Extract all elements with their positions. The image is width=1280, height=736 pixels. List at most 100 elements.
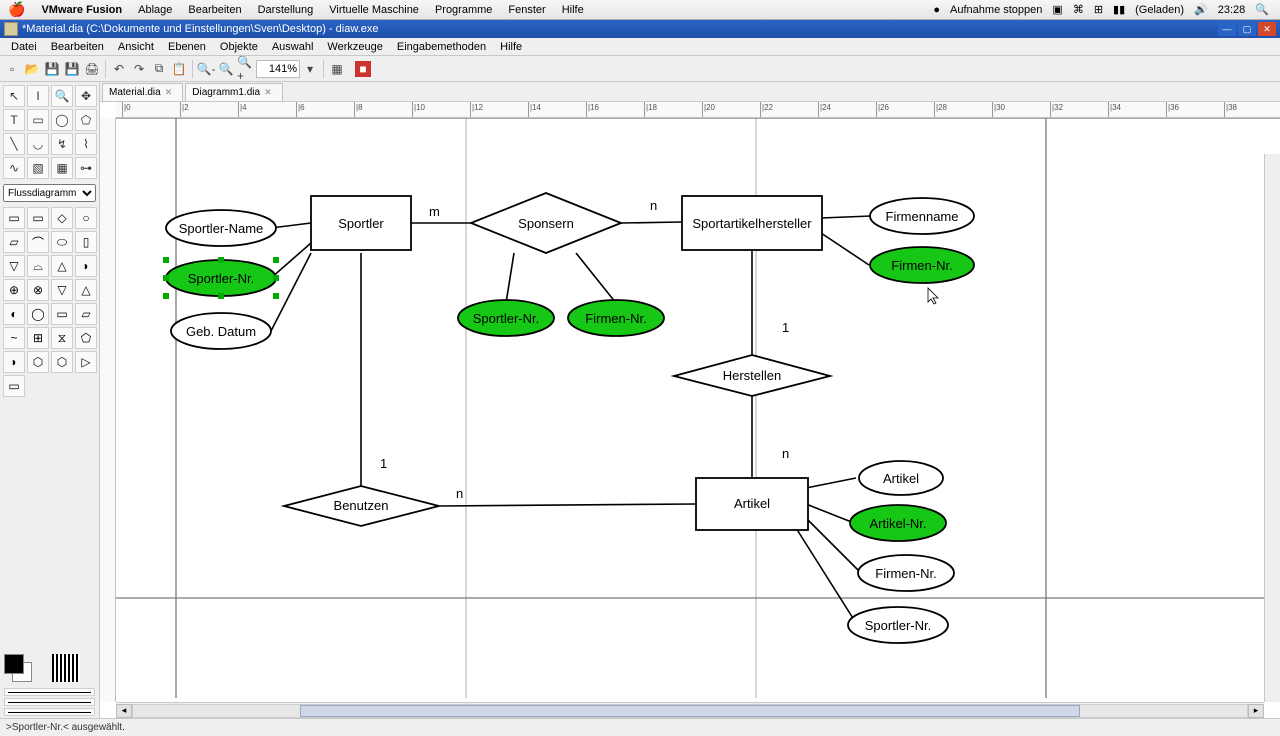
tool-box[interactable]: ▭ bbox=[27, 109, 49, 131]
tool-image[interactable]: ▧ bbox=[27, 157, 49, 179]
redo-button[interactable]: ↷ bbox=[130, 60, 148, 78]
zoom-out-button[interactable]: 🔍- bbox=[197, 60, 215, 78]
scroll-left-button[interactable]: ◂ bbox=[116, 704, 132, 718]
shape-database[interactable]: ⌓ bbox=[27, 255, 49, 277]
saveas-button[interactable]: 💾 bbox=[63, 60, 81, 78]
menu-darstellung[interactable]: Darstellung bbox=[250, 4, 322, 16]
shape-stored-data[interactable]: ◐ bbox=[3, 303, 25, 325]
tool-zoom[interactable]: 🔍 bbox=[51, 85, 73, 107]
tool-line[interactable]: ╲ bbox=[3, 133, 25, 155]
shape-extract[interactable]: △ bbox=[75, 279, 97, 301]
menu-programme[interactable]: Programme bbox=[427, 4, 500, 16]
vertical-scrollbar[interactable] bbox=[1264, 154, 1280, 702]
tool-ellipse[interactable]: ◯ bbox=[51, 109, 73, 131]
tool-polyline[interactable]: ⌇ bbox=[75, 133, 97, 155]
shape-or[interactable]: ⊕ bbox=[3, 279, 25, 301]
zoom-input[interactable] bbox=[256, 60, 300, 78]
new-button[interactable]: ▫ bbox=[3, 60, 21, 78]
save-button[interactable]: 💾 bbox=[43, 60, 61, 78]
tray-icon-2[interactable]: ⌘ bbox=[1073, 3, 1084, 16]
open-button[interactable]: 📂 bbox=[23, 60, 41, 78]
window-minimize-button[interactable]: — bbox=[1218, 22, 1236, 36]
shape-subprocess[interactable]: ▭ bbox=[27, 207, 49, 229]
shape-manual-input[interactable]: △ bbox=[51, 255, 73, 277]
sheet-select[interactable]: Flussdiagramm bbox=[3, 184, 96, 202]
tool-polygon[interactable]: ⬠ bbox=[75, 109, 97, 131]
menu-bearbeiten[interactable]: Bearbeiten bbox=[180, 4, 249, 16]
shape-connector[interactable]: ○ bbox=[75, 207, 97, 229]
dia-menu-werkzeuge[interactable]: Werkzeuge bbox=[320, 41, 389, 53]
stop-button[interactable]: ■ bbox=[355, 61, 371, 77]
pattern-swatch[interactable] bbox=[52, 654, 80, 682]
shape-card[interactable]: ▱ bbox=[75, 303, 97, 325]
tab-diagramm1[interactable]: Diagramm1.dia✕ bbox=[185, 83, 282, 101]
shape-seq-access[interactable]: ◯ bbox=[27, 303, 49, 325]
shape-preparation[interactable]: ⬡ bbox=[51, 351, 73, 373]
tool-zigzag[interactable]: ↯ bbox=[51, 133, 73, 155]
dia-menu-ansicht[interactable]: Ansicht bbox=[111, 41, 161, 53]
scroll-thumb[interactable] bbox=[300, 705, 1080, 717]
shape-limits[interactable]: ⬡ bbox=[27, 351, 49, 373]
shape-off-page[interactable]: ⬠ bbox=[75, 327, 97, 349]
record-stop-label[interactable]: Aufnahme stoppen bbox=[950, 4, 1042, 16]
dia-menu-bearbeiten[interactable]: Bearbeiten bbox=[44, 41, 111, 53]
apple-menu-icon[interactable]: 🍎 bbox=[8, 1, 25, 18]
shape-decision[interactable]: ◇ bbox=[51, 207, 73, 229]
app-menu[interactable]: VMware Fusion bbox=[33, 4, 130, 16]
shape-terminal[interactable]: ⬭ bbox=[51, 231, 73, 253]
shape-sort[interactable]: ⊗ bbox=[27, 279, 49, 301]
horizontal-scrollbar[interactable]: ◂ ▸ bbox=[116, 702, 1264, 718]
dia-menu-eingabemethoden[interactable]: Eingabemethoden bbox=[390, 41, 493, 53]
canvas[interactable]: Sportler Sportartikelhersteller Artikel … bbox=[116, 118, 1280, 702]
menu-ablage[interactable]: Ablage bbox=[130, 4, 180, 16]
volume-icon[interactable]: 🔊 bbox=[1194, 3, 1208, 16]
copy-button[interactable]: ⧉ bbox=[150, 60, 168, 78]
shape-delay[interactable]: ◗ bbox=[3, 351, 25, 373]
shape-tape[interactable]: ~ bbox=[3, 327, 25, 349]
record-icon[interactable]: ● bbox=[933, 4, 940, 16]
shape-extra[interactable]: ▭ bbox=[3, 375, 25, 397]
dia-menu-ebenen[interactable]: Ebenen bbox=[161, 41, 213, 53]
dia-menu-hilfe[interactable]: Hilfe bbox=[493, 41, 529, 53]
line-style-picker[interactable] bbox=[0, 686, 99, 718]
menu-hilfe[interactable]: Hilfe bbox=[554, 4, 592, 16]
snap-button[interactable]: ▦ bbox=[328, 60, 346, 78]
spotlight-icon[interactable]: 🔍 bbox=[1255, 3, 1269, 16]
battery-icon[interactable]: ▮▮ bbox=[1113, 3, 1125, 16]
tool-pan[interactable]: ✥ bbox=[75, 85, 97, 107]
scroll-right-button[interactable]: ▸ bbox=[1248, 704, 1264, 718]
color-swatch[interactable] bbox=[4, 654, 32, 682]
tool-pointer[interactable]: ↖ bbox=[3, 85, 25, 107]
shape-direct-data[interactable]: ▭ bbox=[51, 303, 73, 325]
close-icon[interactable]: ✕ bbox=[165, 87, 173, 98]
shape-collate[interactable]: ⧖ bbox=[51, 327, 73, 349]
tool-text[interactable]: T bbox=[3, 109, 25, 131]
tool-arc[interactable]: ◡ bbox=[27, 133, 49, 155]
tab-material[interactable]: Material.dia✕ bbox=[102, 83, 183, 101]
shape-display[interactable]: ◗ bbox=[75, 255, 97, 277]
shape-trans[interactable]: ▷ bbox=[75, 351, 97, 373]
dia-menu-auswahl[interactable]: Auswahl bbox=[265, 41, 321, 53]
shape-internal[interactable]: ⊞ bbox=[27, 327, 49, 349]
dia-menu-datei[interactable]: Datei bbox=[4, 41, 44, 53]
menu-virtuelle-maschine[interactable]: Virtuelle Maschine bbox=[321, 4, 427, 16]
zoom-dropdown[interactable]: ▾ bbox=[301, 60, 319, 78]
shape-predef[interactable]: ▯ bbox=[75, 231, 97, 253]
tool-bezier[interactable]: ∿ bbox=[3, 157, 25, 179]
dia-menu-objekte[interactable]: Objekte bbox=[213, 41, 265, 53]
print-button[interactable]: 🖨 bbox=[83, 60, 101, 78]
tray-icon-3[interactable]: ⊞ bbox=[1094, 3, 1103, 16]
zoom-fit-button[interactable]: 🔍 bbox=[217, 60, 235, 78]
shape-manual-op[interactable]: ▽ bbox=[3, 255, 25, 277]
shape-process[interactable]: ▭ bbox=[3, 207, 25, 229]
window-titlebar[interactable]: *Material.dia (C:\Dokumente und Einstell… bbox=[0, 20, 1280, 38]
undo-button[interactable]: ↶ bbox=[110, 60, 128, 78]
tool-text-edit[interactable]: I bbox=[27, 85, 49, 107]
tool-connector[interactable]: ⊶ bbox=[75, 157, 97, 179]
close-icon[interactable]: ✕ bbox=[264, 87, 272, 98]
window-maximize-button[interactable]: ▢ bbox=[1238, 22, 1256, 36]
shape-data[interactable]: ▱ bbox=[3, 231, 25, 253]
shape-merge[interactable]: ▽ bbox=[51, 279, 73, 301]
menu-fenster[interactable]: Fenster bbox=[500, 4, 553, 16]
shape-document[interactable]: ⌒ bbox=[27, 231, 49, 253]
